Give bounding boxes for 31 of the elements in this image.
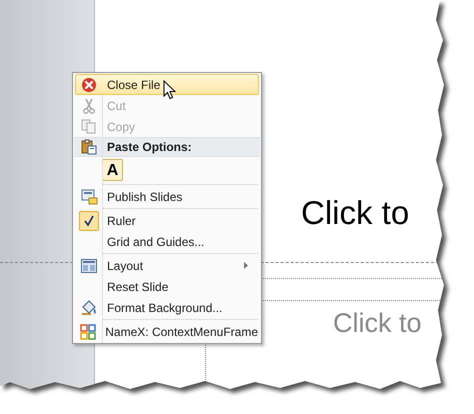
mouse-cursor-icon xyxy=(163,80,176,100)
menu-item[interactable]: Grid and Guides... xyxy=(75,231,259,252)
menu-item[interactable]: Publish Slides xyxy=(75,186,259,207)
layout-icon xyxy=(81,258,97,272)
paste-keep-text-button[interactable]: A xyxy=(102,159,123,181)
menu-label: Layout xyxy=(106,258,144,274)
menu-item[interactable]: Format Background... xyxy=(75,297,259,318)
menu-label: Publish Slides xyxy=(106,188,182,206)
menu-label: Grid and Guides... xyxy=(106,234,204,250)
menu-item[interactable]: Close File xyxy=(75,74,259,95)
slides-icon xyxy=(80,188,98,204)
menu-label: Format Background... xyxy=(106,300,222,316)
submenu-arrow-icon xyxy=(244,262,248,269)
close-icon xyxy=(81,76,97,92)
menu-label: Close File xyxy=(106,76,160,94)
menu-item[interactable]: NameX: ContextMenuFrame xyxy=(75,321,259,342)
menu-item[interactable]: Layout xyxy=(75,255,259,276)
scissors-icon xyxy=(82,98,96,114)
subtitle-placeholder-text: Click to xyxy=(333,310,422,337)
menu-label: Ruler xyxy=(106,212,136,230)
paint-bucket-icon xyxy=(80,300,98,316)
title-placeholder-text: Click to xyxy=(301,196,410,229)
copy-icon xyxy=(81,119,97,134)
grid-icon xyxy=(80,324,96,340)
menu-label: Copy xyxy=(106,118,136,136)
menu-label: Cut xyxy=(106,98,126,114)
menu-label: Reset Slide xyxy=(106,278,168,296)
menu-label: NameX: ContextMenuFrame xyxy=(104,324,258,340)
menu-item[interactable]: Ruler xyxy=(75,210,259,231)
menu-label: Paste Options: xyxy=(106,139,192,156)
menu-item[interactable]: Reset Slide xyxy=(75,276,259,297)
